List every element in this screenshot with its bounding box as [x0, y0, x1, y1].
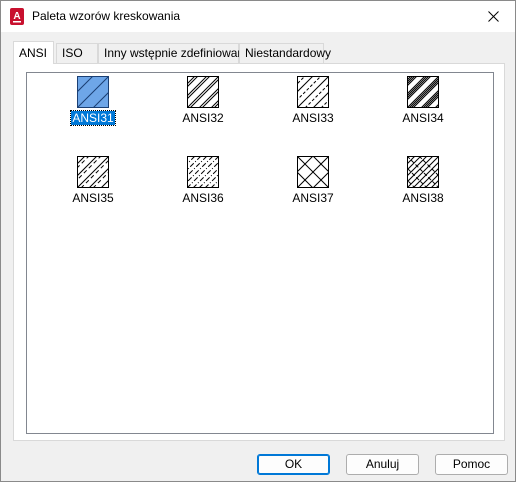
tab-other-predefined[interactable]: Inny wstępnie zdefiniowany	[98, 43, 250, 63]
pattern-ansi35[interactable]: ANSI35	[53, 156, 133, 216]
pattern-ansi33[interactable]: ANSI33	[273, 76, 353, 136]
tab-custom[interactable]: Niestandardowy	[239, 43, 331, 63]
autocad-icon: A	[10, 8, 24, 25]
tab-ansi[interactable]: ANSI	[13, 41, 54, 64]
pattern-label: ANSI34	[402, 111, 444, 125]
pattern-ansi37-swatch	[297, 156, 329, 188]
pattern-label: ANSI37	[292, 191, 334, 205]
pattern-list[interactable]: ANSI31 ANSI32 ANSI33 ANSI34 ANSI35 ANSI3…	[26, 72, 494, 434]
pattern-ansi33-swatch	[297, 76, 329, 108]
pattern-label: ANSI35	[72, 191, 114, 205]
pattern-ansi34-swatch	[407, 76, 439, 108]
tab-iso[interactable]: ISO	[56, 43, 98, 63]
pattern-label: ANSI38	[402, 191, 444, 205]
pattern-ansi37[interactable]: ANSI37	[273, 156, 353, 216]
pattern-ansi32-swatch	[187, 76, 219, 108]
pattern-ansi31[interactable]: ANSI31	[53, 76, 133, 136]
close-button[interactable]	[471, 1, 515, 32]
pattern-label: ANSI32	[182, 111, 224, 125]
pattern-ansi36-swatch	[187, 156, 219, 188]
title-bar[interactable]: A Paleta wzorów kreskowania	[1, 1, 515, 32]
tab-panel-ansi: ANSI31 ANSI32 ANSI33 ANSI34 ANSI35 ANSI3…	[13, 63, 505, 441]
pattern-ansi31-swatch	[77, 76, 109, 108]
pattern-ansi35-swatch	[77, 156, 109, 188]
dialog-title: Paleta wzorów kreskowania	[32, 9, 181, 23]
pattern-ansi38[interactable]: ANSI38	[383, 156, 463, 216]
pattern-ansi34[interactable]: ANSI34	[383, 76, 463, 136]
pattern-ansi32[interactable]: ANSI32	[163, 76, 243, 136]
close-icon	[487, 11, 499, 22]
cancel-button[interactable]: Anuluj	[346, 454, 419, 475]
hatch-pattern-palette-dialog: A Paleta wzorów kreskowania ANSI ISO Inn…	[0, 0, 516, 482]
pattern-ansi36[interactable]: ANSI36	[163, 156, 243, 216]
pattern-label: ANSI31	[70, 110, 116, 126]
pattern-ansi38-swatch	[407, 156, 439, 188]
ok-button[interactable]: OK	[257, 454, 330, 475]
help-button[interactable]: Pomoc	[435, 454, 508, 475]
pattern-label: ANSI33	[292, 111, 334, 125]
app-icon-letter: A	[13, 11, 20, 22]
pattern-label: ANSI36	[182, 191, 224, 205]
